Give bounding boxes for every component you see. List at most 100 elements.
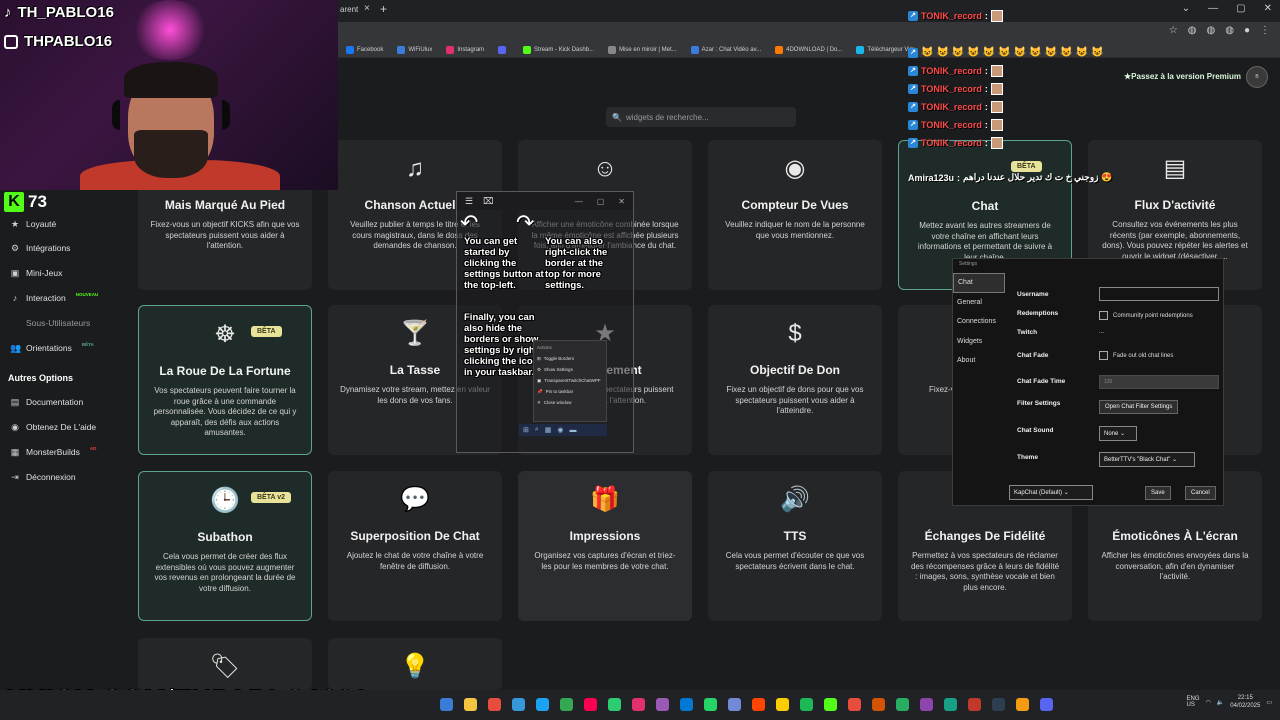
sidebar-item[interactable]: Sous-Utilisateurs [0,313,130,333]
minimize-icon[interactable]: — [575,197,583,206]
fade-time-field[interactable]: 120 [1099,375,1219,389]
widget-card[interactable]: 🕒 BÊTA v2 Subathon Cela vous permet de crée… [138,471,312,621]
taskbar-app-icon[interactable] [584,698,597,711]
taskbar-app-icon[interactable] [920,698,933,711]
menu-item-close[interactable]: ✕ Close window [537,397,603,408]
sidebar-item[interactable]: ⚙ Intégrations [0,238,130,258]
volume-icon[interactable]: 🔈 [1217,699,1224,706]
community-redemptions-checkbox[interactable]: Community point redemptions [1099,311,1193,320]
menu-icon[interactable]: ☰ [465,196,473,207]
taskbar-app-icon[interactable] [488,698,501,711]
sidebar-item[interactable]: ◉ Obtenez De L'aide [0,417,130,437]
sidebar-item[interactable]: ♪ Interaction NOUVEAU [0,288,130,308]
settings-nav-about[interactable]: About [953,351,1005,371]
taskbar-app-icon[interactable] [704,698,717,711]
widget-card[interactable]: ◉ Compteur De Vues Veuillez indiquer le no… [708,140,882,290]
chat-sound-select[interactable]: None ⌄ [1099,426,1137,441]
taskbar-app-icon[interactable] [872,698,885,711]
bookmark-item[interactable]: Facebook [346,45,383,54]
taskbar-app-icon[interactable] [728,698,741,711]
sidebar-item[interactable]: ▤ Documentation [0,392,130,412]
widget-card[interactable]: 💬 Superposition De Chat Ajoutez le chat de… [328,471,502,621]
taskbar-app-icon[interactable] [464,698,477,711]
clock[interactable]: 22:15 04/02/2025 [1230,694,1260,710]
widget-card[interactable]: 🏷 [138,638,312,690]
tab-title[interactable]: arent [340,5,358,14]
minimize-icon[interactable]: — [1208,3,1218,14]
bookmark-item[interactable]: Azar : Chat Vidéo av... [690,45,761,54]
bookmark-item[interactable]: Téléchargeur Vim [856,45,915,54]
wifi-icon[interactable]: ◠ [1206,699,1211,706]
tab-close-icon[interactable]: × [364,3,370,14]
sidebar-item[interactable]: ▣ Mini-Jeux [0,263,130,283]
bookmark-star-icon[interactable]: ☆ [1169,25,1178,36]
taskbar-app-icon[interactable] [992,698,1005,711]
taskbar-app-icon[interactable] [512,698,525,711]
extension-icon[interactable]: ◍ [1206,25,1215,36]
sidebar-item[interactable]: ▦ MonsterBuilds AD [0,442,130,462]
taskbar-app-icon[interactable] [560,698,573,711]
taskbar-app-icon[interactable] [440,698,453,711]
taskbar-app-icon[interactable] [848,698,861,711]
taskbar-app-icon[interactable] [632,698,645,711]
taskbar-app-icon[interactable] [800,698,813,711]
extension-icon[interactable]: ◍ [1225,25,1234,36]
bookmark-item[interactable]: Stream - Kick Dashb... [523,45,594,54]
preset-select[interactable]: KapChat (Default) ⌄ [1009,485,1093,500]
save-button[interactable]: Save [1145,486,1171,500]
taskbar-app-icon[interactable] [824,698,837,711]
bookmark-item[interactable]: Mise en miroir | Met... [608,45,677,54]
taskbar-app-icon[interactable] [1040,698,1053,711]
settings-nav-connections[interactable]: Connections [953,312,1005,332]
bookmark-item[interactable]: Instagram [446,45,484,54]
menu-item-show-settings[interactable]: ⚙ Show Settings [537,364,603,375]
taskbar-app-icon[interactable] [896,698,909,711]
open-filter-settings-button[interactable]: Open Chat Filter Settings [1099,400,1179,414]
sidebar-item[interactable]: ★ Loyauté [0,214,130,234]
fade-old-lines-checkbox[interactable]: Fade out old chat lines [1099,351,1173,360]
maximize-icon[interactable]: ▢ [597,197,605,206]
widget-search[interactable]: 🔍 widgets de recherche... [606,107,796,127]
username-field[interactable] [1099,287,1219,301]
kapchat-titlebar[interactable]: ☰ ⌧ — ▢ ✕ [457,192,633,210]
notifications-icon[interactable]: ▭ [1266,699,1272,706]
settings-nav-chat[interactable]: Chat [953,273,1005,293]
taskbar-app-icon[interactable] [536,698,549,711]
menu-item-pin[interactable]: 📌 Pin to taskbar [537,386,603,397]
taskbar-app-icon[interactable] [944,698,957,711]
profile-icon[interactable]: ● [1244,25,1250,36]
bookmark-item[interactable] [498,45,509,54]
lang-indicator[interactable]: ENG US [1187,696,1200,708]
cancel-button[interactable]: Cancel [1185,486,1216,500]
premium-link[interactable]: ★Passez à la version Premium [1124,72,1241,81]
search-input[interactable]: widgets de recherche... [626,113,709,122]
taskbar-app-icon[interactable] [968,698,981,711]
close-icon[interactable]: ✕ [618,197,625,206]
taskbar-app-icon[interactable] [776,698,789,711]
widget-card[interactable]: 🔊 TTS Cela vous permet d'écouter ce que vo… [708,471,882,621]
widget-card[interactable]: ☸ BÊTA La Roue De La Fortune Vos spectateur… [138,305,312,455]
settings-nav-widgets[interactable]: Widgets [953,332,1005,352]
taskbar-app-icon[interactable] [752,698,765,711]
sidebar-item[interactable]: ⇥ Déconnexion [0,467,130,487]
theme-select[interactable]: BetterTTV's "Black Chat" ⌄ [1099,452,1195,467]
tab-search-icon[interactable]: ⌄ [1182,3,1190,14]
taskbar-app-icon[interactable] [656,698,669,711]
menu-item-toggle-borders[interactable]: ⊞ Toggle Borders [537,353,603,364]
taskbar-app-icon[interactable] [680,698,693,711]
taskbar-app-icon[interactable] [608,698,621,711]
menu-icon[interactable]: ⋮ [1260,25,1270,36]
sidebar-item[interactable]: 👥 Orientations BÊTA [0,338,130,358]
maximize-icon[interactable]: ▢ [1236,3,1245,14]
bookmark-item[interactable]: 4DOWNLOAD | Do... [775,45,842,54]
widget-card[interactable]: 💡Widgets ? [328,638,502,710]
new-tab-icon[interactable]: + [380,2,387,16]
close-window-icon[interactable]: ✕ [1264,3,1272,14]
widget-card[interactable]: $ Objectif De Don Fixez un objectif de don… [708,305,882,455]
widget-card[interactable]: 🎁 Impressions Organisez vos captures d'écr… [518,471,692,621]
edit-icon[interactable]: ⌧ [483,196,493,207]
menu-item-app[interactable]: ▣ TransparentTwitchChatWPF [537,375,603,386]
extension-icon[interactable]: ◍ [1188,25,1197,36]
taskbar-app-icon[interactable] [1016,698,1029,711]
bookmark-item[interactable]: WiFiUlux [397,45,432,54]
